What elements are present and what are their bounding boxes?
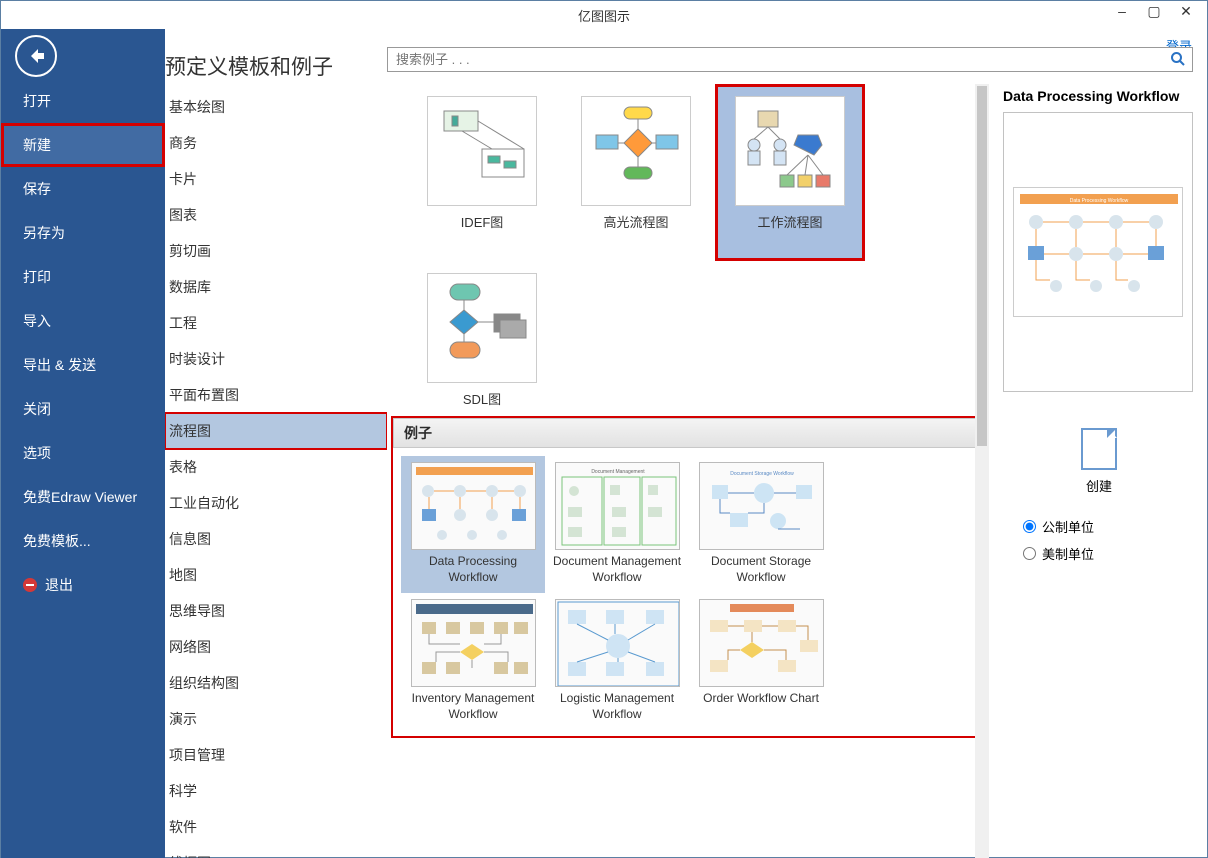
example-thumb-icon — [411, 599, 536, 687]
sidebar-item-viewer[interactable]: 免费Edraw Viewer — [1, 475, 165, 519]
category-item[interactable]: 组织结构图 — [165, 665, 387, 701]
unit-radio-group: 公制单位 美制单位 — [1003, 513, 1195, 567]
category-item[interactable]: 剪切画 — [165, 233, 387, 269]
maximize-button[interactable]: ▢ — [1147, 3, 1161, 20]
category-item[interactable]: 科学 — [165, 773, 387, 809]
category-item[interactable]: 卡片 — [165, 161, 387, 197]
category-item[interactable]: 平面布置图 — [165, 377, 387, 413]
category-item[interactable]: 工程 — [165, 305, 387, 341]
preview-box: Data Processing Workflow — [1003, 112, 1193, 392]
sidebar: 打开 新建 保存 另存为 打印 导入 导出 & 发送 关闭 选项 免费Edraw… — [1, 29, 165, 858]
category-item[interactable]: 信息图 — [165, 521, 387, 557]
template-sdl[interactable]: SDL图 — [407, 261, 557, 412]
template-idef[interactable]: IDEF图 — [407, 84, 557, 261]
radio-imperial[interactable]: 美制单位 — [1003, 540, 1195, 567]
sidebar-item-open[interactable]: 打开 — [1, 79, 165, 123]
preview-panel: Data Processing Workflow Data Processing… — [991, 84, 1207, 858]
sidebar-item-saveas[interactable]: 另存为 — [1, 211, 165, 255]
search-icon[interactable] — [1170, 51, 1186, 70]
sidebar-item-freetpl[interactable]: 免费模板... — [1, 519, 165, 563]
svg-text:Document Management: Document Management — [591, 469, 645, 475]
categories-column: 预定义模板和例子 基本绘图商务卡片图表剪切画数据库工程时装设计平面布置图流程图表… — [165, 29, 387, 858]
example-doc-mgmt[interactable]: Document Management Document Management … — [545, 456, 689, 593]
back-button[interactable] — [15, 35, 57, 77]
example-logistic[interactable]: Logistic Management Workflow — [545, 593, 689, 730]
example-thumb-icon — [555, 599, 680, 687]
template-highlight-flow[interactable]: 高光流程图 — [561, 84, 711, 261]
preview-image: Data Processing Workflow — [1013, 187, 1183, 317]
template-workflow[interactable]: 工作流程图 — [715, 84, 865, 261]
preview-title: Data Processing Workflow — [1003, 84, 1195, 112]
main-area: 打开 新建 保存 另存为 打印 导入 导出 & 发送 关闭 选项 免费Edraw… — [1, 29, 1207, 858]
create-button[interactable]: 创建 — [1069, 428, 1129, 495]
arrow-left-icon — [26, 46, 46, 66]
svg-text:Document Storage Workflow: Document Storage Workflow — [730, 471, 794, 477]
sidebar-item-export[interactable]: 导出 & 发送 — [1, 343, 165, 387]
radio-metric[interactable]: 公制单位 — [1003, 513, 1195, 540]
category-item[interactable]: 商务 — [165, 125, 387, 161]
category-item[interactable]: 软件 — [165, 809, 387, 845]
example-thumb-icon — [699, 599, 824, 687]
example-thumb-icon: Document Storage Workflow — [699, 462, 824, 550]
sidebar-item-print[interactable]: 打印 — [1, 255, 165, 299]
sidebar-item-import[interactable]: 导入 — [1, 299, 165, 343]
exit-icon — [23, 578, 37, 592]
example-inventory[interactable]: Inventory Management Workflow — [401, 593, 545, 730]
category-item[interactable]: 基本绘图 — [165, 89, 387, 125]
svg-text:Data Processing Workflow: Data Processing Workflow — [1070, 198, 1129, 204]
examples-header: 例子 — [393, 418, 985, 448]
page-heading: 预定义模板和例子 — [165, 29, 387, 89]
sidebar-item-save[interactable]: 保存 — [1, 167, 165, 211]
category-item[interactable]: 线框图 — [165, 845, 387, 858]
example-data-processing[interactable]: Data Processing Workflow — [401, 456, 545, 593]
example-thumb-icon: Document Management — [555, 462, 680, 550]
document-icon — [1081, 428, 1117, 470]
template-gallery: IDEF图 高光流程图 — [387, 84, 991, 858]
examples-section: 例子 Data Processing Workflow — [393, 418, 985, 736]
search-row — [387, 47, 1207, 72]
category-item[interactable]: 工业自动化 — [165, 485, 387, 521]
category-item[interactable]: 时装设计 — [165, 341, 387, 377]
scrollbar[interactable] — [975, 84, 989, 858]
sidebar-item-new[interactable]: 新建 — [1, 123, 165, 167]
category-item[interactable]: 思维导图 — [165, 593, 387, 629]
search-input-wrap[interactable] — [387, 47, 1193, 72]
minimize-button[interactable]: – — [1115, 3, 1129, 20]
sidebar-item-close[interactable]: 关闭 — [1, 387, 165, 431]
window-controls: – ▢ ✕ — [1115, 3, 1203, 20]
category-item[interactable]: 流程图 — [165, 413, 387, 449]
category-item[interactable]: 表格 — [165, 449, 387, 485]
center-area: IDEF图 高光流程图 — [387, 29, 1207, 858]
example-thumb-icon — [411, 462, 536, 550]
category-list: 基本绘图商务卡片图表剪切画数据库工程时装设计平面布置图流程图表格工业自动化信息图… — [165, 89, 387, 858]
category-item[interactable]: 项目管理 — [165, 737, 387, 773]
sidebar-item-exit[interactable]: 退出 — [1, 563, 165, 607]
titlebar: 亿图图示 – ▢ ✕ — [1, 1, 1207, 29]
category-item[interactable]: 网络图 — [165, 629, 387, 665]
search-input[interactable] — [388, 48, 1192, 71]
sidebar-item-options[interactable]: 选项 — [1, 431, 165, 475]
app-title: 亿图图示 — [578, 6, 630, 25]
template-thumb-icon — [427, 273, 537, 383]
category-item[interactable]: 演示 — [165, 701, 387, 737]
category-item[interactable]: 数据库 — [165, 269, 387, 305]
close-button[interactable]: ✕ — [1179, 3, 1193, 20]
example-doc-storage[interactable]: Document Storage Workflow Document Stora… — [689, 456, 833, 593]
template-thumb-icon — [735, 96, 845, 206]
template-thumb-icon — [427, 96, 537, 206]
template-thumb-icon — [581, 96, 691, 206]
category-item[interactable]: 图表 — [165, 197, 387, 233]
category-item[interactable]: 地图 — [165, 557, 387, 593]
example-order[interactable]: Order Workflow Chart — [689, 593, 833, 730]
